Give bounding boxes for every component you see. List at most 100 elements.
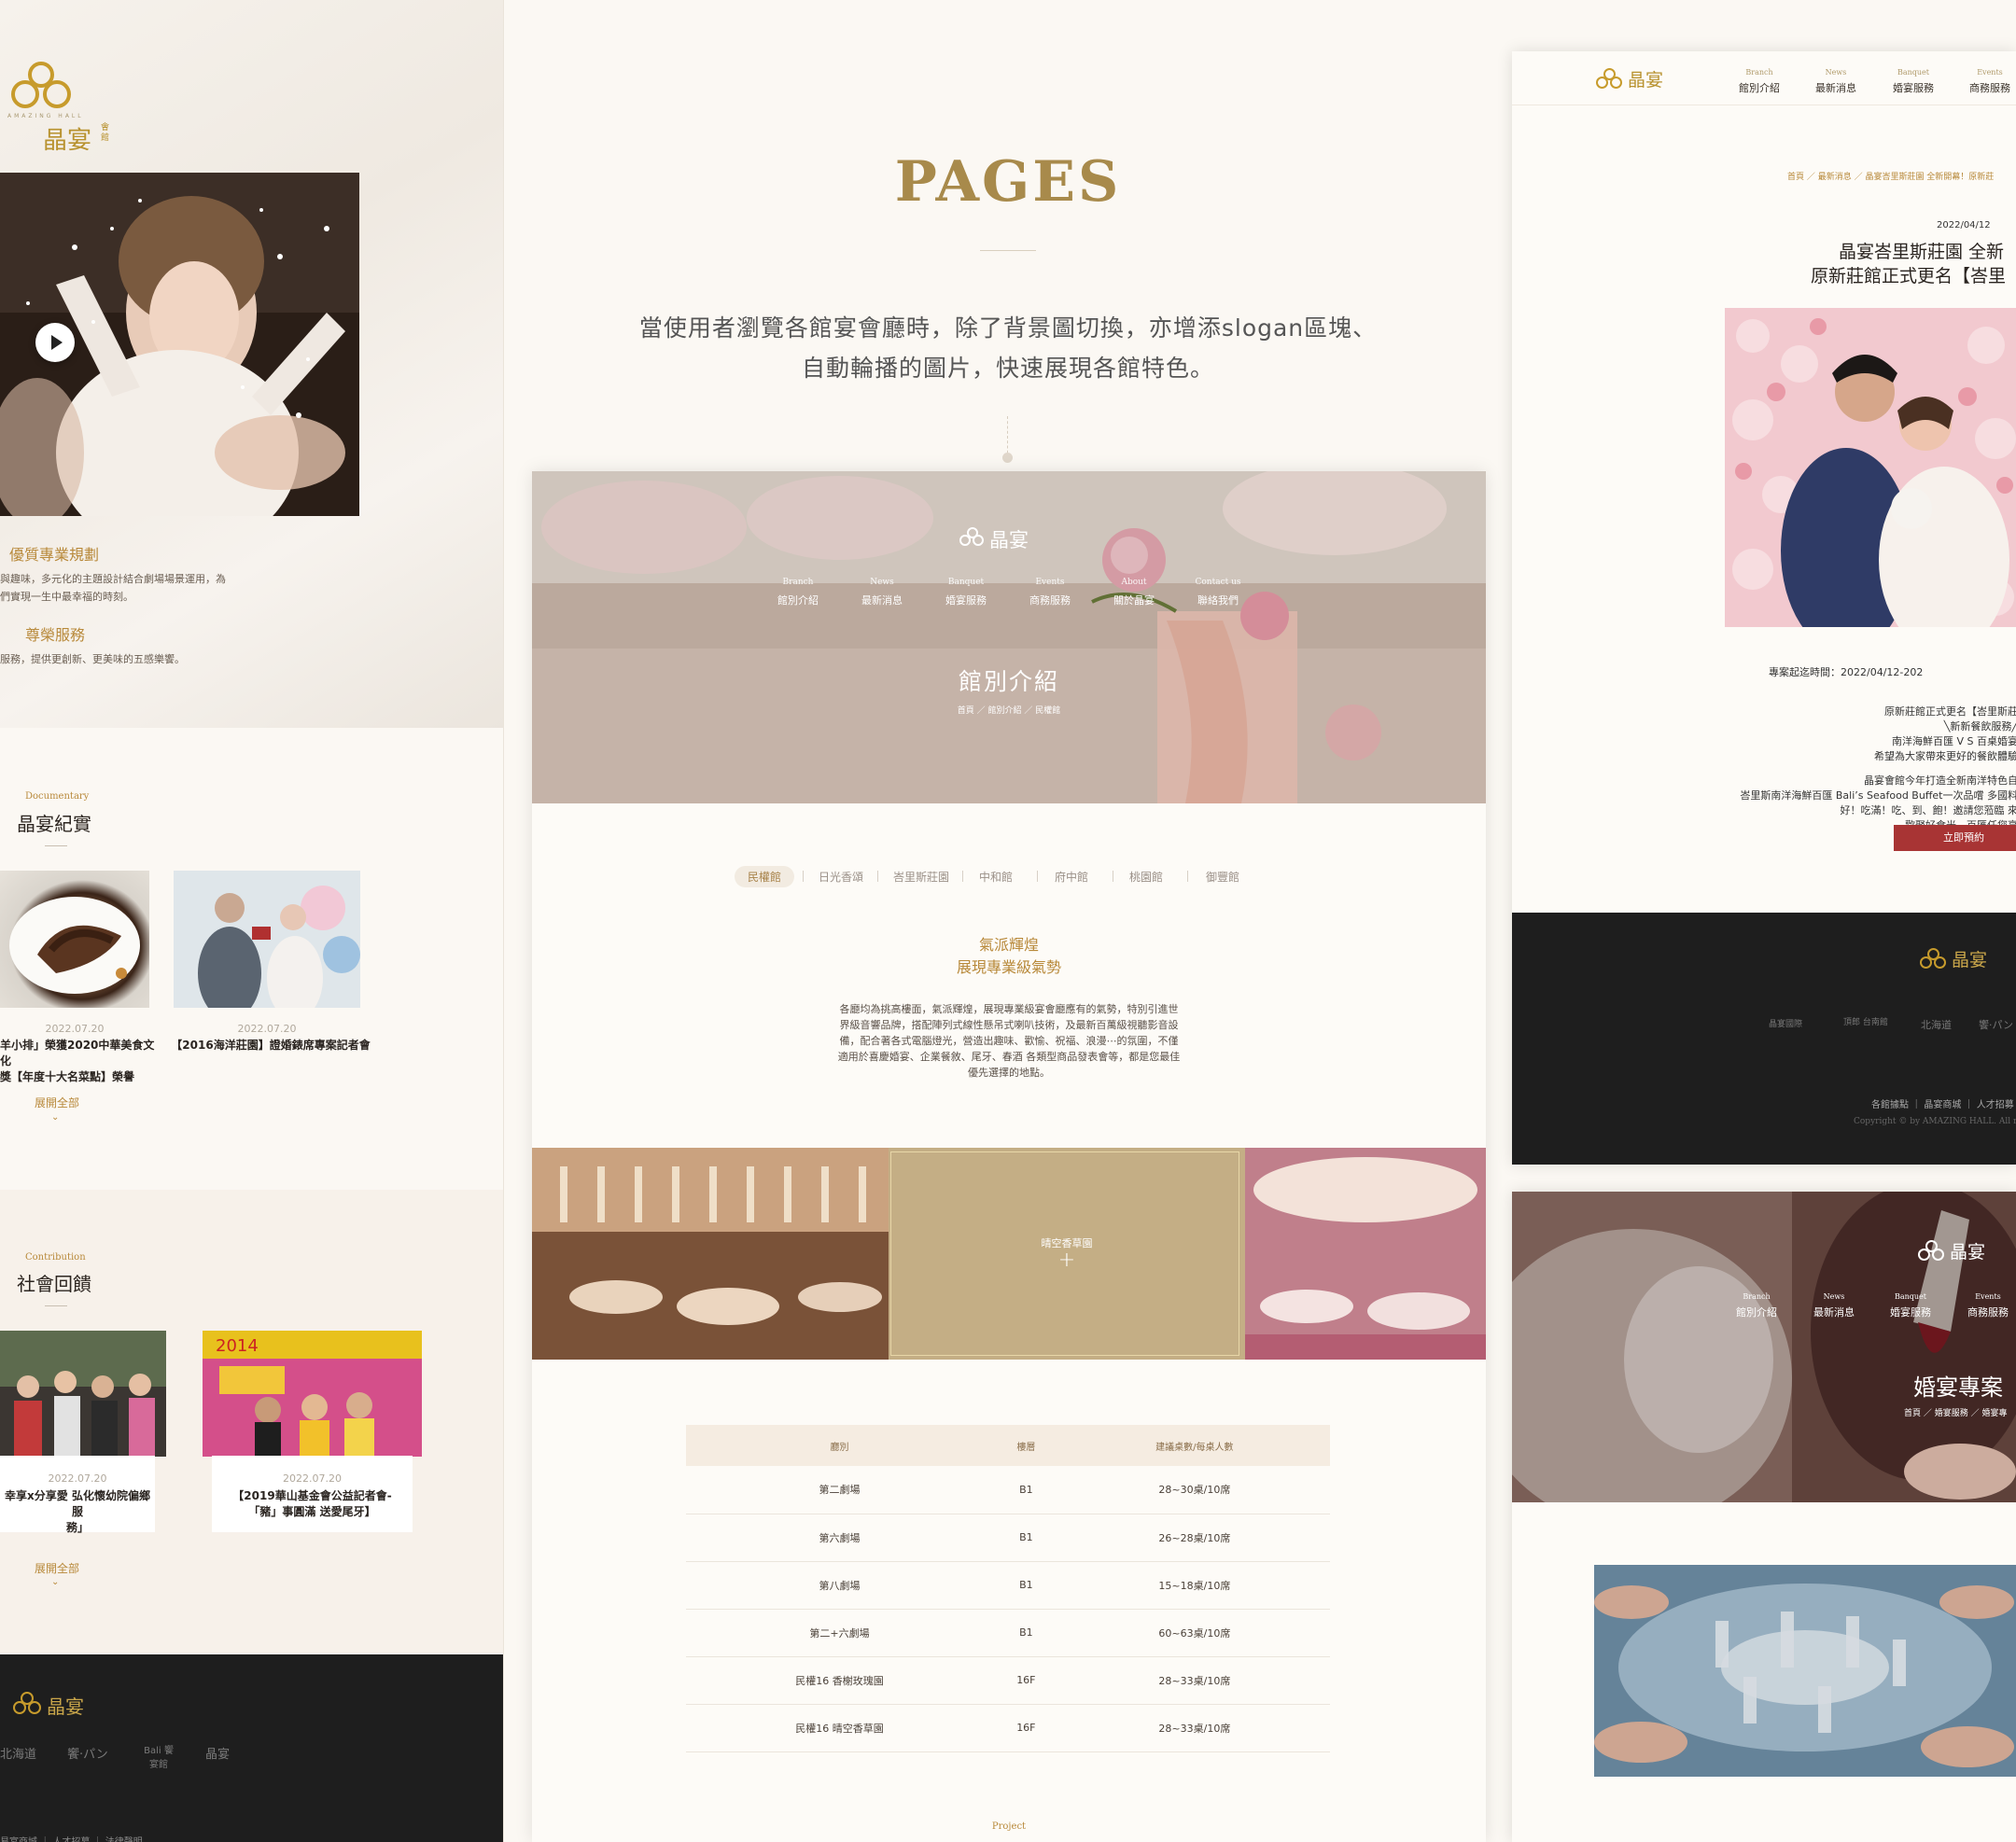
nav-label-zh: 館別介紹 <box>1739 82 1780 94</box>
book-now-button[interactable]: 立即預約 <box>1894 825 2016 851</box>
nav-events[interactable]: Events 商務服務 <box>1022 578 1078 607</box>
logo-swirl-icon <box>1596 77 1608 89</box>
nav-contact[interactable]: Contact us 聯絡我們 <box>1185 578 1251 607</box>
table-row: 第八劇場 B1 15~18桌/10席 <box>686 1561 1330 1610</box>
partner-logo[interactable]: 頂郎 台南館 <box>1843 1015 1888 1027</box>
nav-news[interactable]: News 最新消息 <box>854 578 910 607</box>
connector-dot <box>1002 453 1013 463</box>
venue-photo-carousel[interactable]: 晴空香草園 + <box>532 1148 1486 1360</box>
contrib-card-title: 幸享x分享愛 弘化懷幼院偏鄉服 務」 <box>0 1488 155 1536</box>
logo-swirl-icon <box>1932 1249 1944 1261</box>
tab-rigueng[interactable]: 日光香頌 <box>819 869 863 885</box>
nav-news[interactable]: News 最新消息 <box>1811 1292 1857 1319</box>
table-cell: 16F <box>992 1704 1059 1752</box>
contribution-thumbnail[interactable]: 2014 <box>203 1331 422 1457</box>
table-cell: B1 <box>992 1514 1059 1562</box>
tab-minquan[interactable]: 民權館 <box>735 866 795 887</box>
news-thumbnail[interactable] <box>0 871 149 1008</box>
tab-separator <box>962 871 963 882</box>
nav-label-en: Events <box>1977 68 2003 77</box>
breadcrumb[interactable]: 首頁 ／ 最新消息 ／ 晶宴峇里斯莊園 全新開幕！原新莊 <box>1787 170 1994 182</box>
nav-label-zh: 關於晶宴 <box>1113 594 1155 607</box>
nav-brand-name: 晶宴 <box>1628 70 1664 91</box>
plus-icon[interactable]: + <box>889 1249 1245 1272</box>
nav-branch[interactable]: Branch 館別介紹 <box>1733 1292 1780 1319</box>
expand-all-link[interactable]: 展開全部 <box>35 1560 79 1576</box>
doc-card-title[interactable]: 【2016海洋莊園】證婚錶席專案記者會 <box>168 1038 373 1054</box>
left-page-preview: AMAZING HALL 晶宴 會館 優質專業規劃 與趣味，多元化的主題設計結合… <box>0 0 504 1842</box>
nav-label-zh: 最新消息 <box>1813 1306 1855 1319</box>
logo-swirl-icon <box>13 1701 26 1714</box>
description-line: 界級音響品牌，搭配陣列式線性懸吊式喇叭技術，及最新百萬級視聽影音設 <box>839 1019 1179 1031</box>
contrib-card-title-line2: 「豬」事圓滿 送愛尾牙】 <box>248 1505 376 1518</box>
right-page-previews: 晶宴 Branch 館別介紹 News 最新消息 Banquet 婚宴服務 Event… <box>1507 0 2016 1842</box>
contrib-card-date: 2022.07.20 <box>283 1472 342 1485</box>
nav-banquet[interactable]: Banquet 婚宴服務 <box>1890 68 1937 95</box>
partner-logo[interactable]: 饗·パン <box>1979 1017 2013 1032</box>
description-line1: 當使用者瀏覽各館宴會廳時，除了背景圖切換，亦增添slogan區塊、 <box>638 314 1378 342</box>
chevron-down-icon[interactable]: ⌄ <box>51 1577 59 1587</box>
tab-bali[interactable]: 峇里斯莊園 <box>893 869 949 885</box>
partner-logo[interactable]: Bali 饗宴館 <box>140 1742 177 1770</box>
tab-taoyuan[interactable]: 桃園館 <box>1129 869 1163 885</box>
partner-logo[interactable]: 晶宴國際 <box>1769 1017 1802 1029</box>
nav-label-en: News <box>1825 68 1847 77</box>
partner-logo[interactable]: 北海道 <box>1921 1017 1952 1032</box>
documentary-heading: 晶宴紀實 <box>17 813 91 835</box>
tab-yufeng[interactable]: 御豐館 <box>1206 869 1239 885</box>
tab-separator <box>803 871 804 882</box>
wedding-page-mockup: 晶宴 Branch 館別介紹 News 最新消息 Banquet 婚宴服務 Event… <box>1512 1192 2016 1842</box>
news-body-line: 峇里斯南洋海鮮百匯 Bali’s Seafood Buffet一次品嚐 多國料 <box>1740 789 2016 802</box>
partner-logo[interactable]: 晶宴 <box>205 1744 230 1762</box>
expand-all-link[interactable]: 展開全部 <box>35 1095 79 1110</box>
feature2-title: 尊榮服務 <box>25 626 86 644</box>
nav-events[interactable]: Events 商務服務 <box>1965 1292 2011 1319</box>
partner-logo[interactable]: 北海道 <box>0 1744 36 1762</box>
nav-branch[interactable]: Branch 館別介紹 <box>770 578 826 607</box>
news-body-line: 原新莊館正式更名【峇里斯莊 <box>1884 705 2016 718</box>
banner-title: 婚宴專案 <box>1913 1375 2003 1401</box>
table-header: 廳別 樓層 建議桌數/每桌人數 <box>686 1425 1330 1466</box>
nav-about[interactable]: About 關於晶宴 <box>1106 578 1162 607</box>
partner-logo[interactable]: 饗·パン <box>67 1744 108 1762</box>
news-body-line: 晶宴會館今年打造全新南洋特色自 <box>1864 774 2016 787</box>
section-description: 當使用者瀏覽各館宴會廳時，除了背景圖切換，亦增添slogan區塊、 自動輪播的圖… <box>509 308 1507 388</box>
news-title: 晶宴峇里斯莊園 全新 原新莊館正式更名【峇里 <box>1811 240 2006 288</box>
doc-card-title[interactable]: 羊小排」榮獲2020中華美食文化 獎【年度十大名菜點】榮譽 <box>0 1038 159 1085</box>
news-thumbnail[interactable] <box>174 871 360 1008</box>
banquet-table-art <box>532 471 1486 803</box>
breadcrumb[interactable]: 首頁 ／ 館別介紹 ／ 民權館 <box>532 704 1486 716</box>
table-cell: B1 <box>992 1466 1059 1514</box>
nav-news[interactable]: News 最新消息 <box>1813 68 1859 95</box>
footer-links[interactable]: 易宴商城 ｜ 人才招募 ｜ 法律聲明 <box>0 1834 143 1842</box>
table-cell: 28~33桌/10席 <box>1058 1704 1330 1752</box>
group-photo-art <box>0 1331 166 1457</box>
nav-label-zh: 館別介紹 <box>1736 1306 1777 1319</box>
nav-label-zh: 商務服務 <box>1969 82 2010 94</box>
nav-label-zh: 婚宴服務 <box>945 594 987 607</box>
tab-zhonghe[interactable]: 中和館 <box>979 869 1013 885</box>
contribution-thumbnail[interactable] <box>0 1331 166 1457</box>
contribution-en: Contribution <box>25 1252 86 1263</box>
table-cell: 民權16 香榭玫瑰園 <box>686 1656 993 1705</box>
nav-label-en: Branch <box>1743 1292 1771 1301</box>
nav-label-zh: 婚宴服務 <box>1890 1306 1931 1319</box>
nav-branch[interactable]: Branch 館別介紹 <box>1736 68 1783 95</box>
chevron-down-icon[interactable]: ⌄ <box>51 1112 59 1123</box>
video-play-button[interactable] <box>35 323 75 362</box>
news-feature-photo <box>1725 308 2016 627</box>
contribution-card[interactable]: 2022.07.20 【2019華山基金會公益記者會- 「豬」事圓滿 送愛尾牙】 <box>212 1456 413 1532</box>
contribution-card[interactable]: 2022.07.20 幸享x分享愛 弘化懷幼院偏鄉服 務」 <box>0 1456 155 1534</box>
table-row: 民權16 晴空香草園 16F 28~33桌/10席 <box>686 1704 1330 1752</box>
tab-fuzhong[interactable]: 府中館 <box>1055 869 1088 885</box>
tab-separator <box>1187 871 1188 882</box>
title-divider <box>980 250 1036 251</box>
brand-logo[interactable]: AMAZING HALL 晶宴 會館 <box>7 58 110 155</box>
nav-events[interactable]: Events 商務服務 <box>1967 68 2013 95</box>
nav-banquet[interactable]: Banquet 婚宴服務 <box>1887 1292 1934 1319</box>
breadcrumb[interactable]: 首頁 ／ 婚宴服務 ／ 婚宴專 <box>1904 1406 2007 1418</box>
nav-banquet[interactable]: Banquet 婚宴服務 <box>938 578 994 607</box>
table-cell: 28~33桌/10席 <box>1058 1656 1330 1705</box>
footer-links[interactable]: 各館據點 ｜ 晶宴商城 ｜ 人才招募 ｜ <box>1871 1096 2016 1110</box>
contrib-card-title-line1: 幸享x分享愛 弘化懷幼院偏鄉服 <box>5 1489 150 1518</box>
